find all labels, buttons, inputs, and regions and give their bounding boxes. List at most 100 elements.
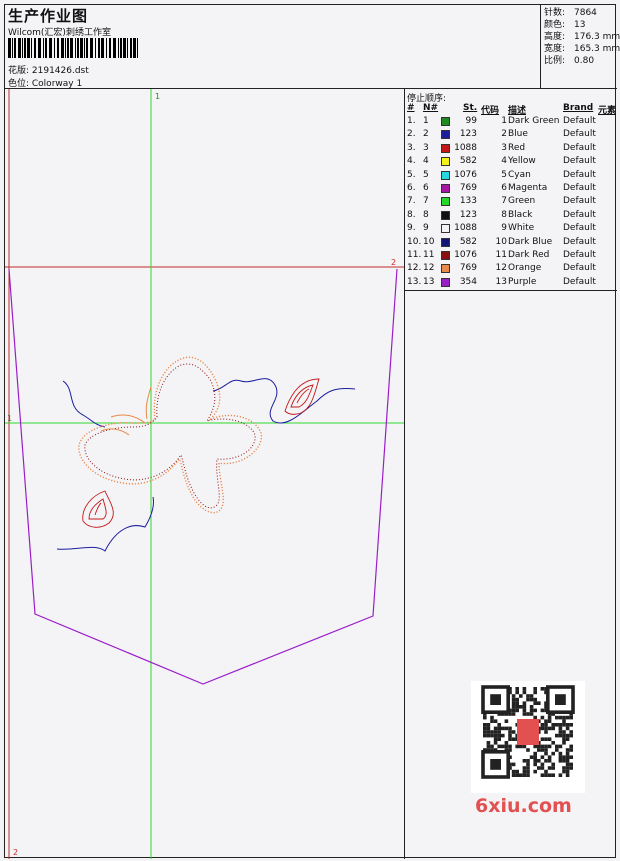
legend-row-index: 11. (407, 250, 422, 260)
legend-row-stitches: 582 (459, 236, 477, 247)
stat-height: 高度: 176.3 mm (544, 32, 620, 42)
legend-row: 5. 5 1076 5 Cyan Default (405, 169, 617, 182)
legend-row-description: Cyan (508, 169, 531, 180)
legend-row-number: 5 (423, 169, 429, 180)
legend-row-index: 9. (407, 223, 416, 234)
legend-row-number: 4 (423, 156, 429, 167)
legend-row-number: 11 (423, 250, 435, 260)
legend-row-brand: Default (563, 263, 596, 274)
marker-bottom: 2 (13, 848, 18, 857)
legend-row-index: 1. (407, 116, 416, 126)
legend-row-index: 10. (407, 236, 422, 247)
color-swatch (441, 251, 450, 260)
legend-row-brand: Default (563, 156, 596, 167)
legend-row: 1. 1 99 1 Dark Green Default (405, 115, 617, 128)
watermark: 6xiu.com (475, 795, 572, 817)
marker-left: 1 (7, 414, 12, 423)
legend-row-index: 13. (407, 276, 422, 287)
legend-row-number: 13 (423, 276, 435, 287)
color-swatch (441, 117, 450, 126)
stat-width: 宽度: 165.3 mm (544, 44, 620, 54)
legend-row-stitches: 1076 (454, 169, 477, 180)
color-swatch (441, 264, 450, 274)
legend-row-description: Orange (508, 263, 542, 274)
legend-row-stitches: 769 (459, 263, 477, 274)
leaf-motif-left (82, 490, 114, 528)
design-preview: 1 1 2 2 (5, 89, 405, 859)
legend-row-number: 9 (423, 223, 429, 234)
legend-row-index: 12. (407, 263, 422, 274)
legend-row: 12. 12 769 12 Orange Default (405, 262, 617, 275)
stats-panel: 针数: 7864 颜色: 13 高度: 176.3 mm 宽度: 165.3 mm 比例… (541, 5, 620, 89)
legend-row-stitches: 354 (459, 276, 477, 287)
col-no: N# (423, 103, 439, 113)
legend-row-description: Red (508, 142, 526, 153)
color-swatch (441, 157, 450, 167)
legend-row-stitches: 123 (459, 209, 477, 220)
legend-row-stitches: 1088 (454, 223, 477, 234)
qr-code (471, 681, 585, 793)
legend-row-stitches: 582 (459, 156, 477, 167)
qr-stamp (517, 719, 539, 745)
legend-row-description: Dark Red (508, 250, 550, 260)
legend-row-number: 10 (423, 236, 435, 247)
legend-row-stitches: 99 (465, 116, 477, 126)
legend-row-stitches: 133 (459, 196, 477, 207)
color-swatch (441, 184, 450, 193)
page-title: 生产作业图 (8, 7, 89, 25)
legend-row-code: 12 (495, 263, 507, 274)
sprig-orange (100, 386, 152, 436)
color-swatch (441, 277, 450, 287)
col-idx: # (407, 103, 415, 113)
blue-thread-top (62, 380, 106, 428)
legend-row-stitches: 1076 (454, 250, 477, 260)
legend-row-code: 3 (501, 142, 507, 153)
legend-row: 13. 13 354 13 Purple Default (405, 276, 617, 289)
color-swatch (441, 143, 450, 153)
colorway: 色位: Colorway 1 (8, 79, 83, 89)
color-swatch (441, 237, 450, 247)
legend-row-index: 2. (407, 129, 416, 140)
color-swatch (441, 224, 450, 234)
legend-row-stitches: 769 (459, 183, 477, 193)
legend-row-code: 5 (501, 169, 507, 180)
marker-right: 2 (391, 258, 396, 267)
legend-row-brand: Default (563, 183, 596, 193)
legend-row-code: 6 (501, 183, 507, 193)
legend-row: 11. 11 1076 11 Dark Red Default (405, 249, 617, 262)
color-swatch (441, 197, 450, 207)
color-swatch (441, 130, 450, 140)
legend-row-number: 8 (423, 209, 429, 220)
legend-row-index: 3. (407, 142, 416, 153)
stat-stitches: 针数: 7864 (544, 8, 597, 18)
legend-row-code: 2 (501, 129, 507, 140)
legend-row-index: 7. (407, 196, 416, 207)
color-swatch (441, 170, 450, 180)
legend-row-code: 11 (495, 250, 507, 260)
color-swatch (441, 210, 450, 220)
legend-row-brand: Default (563, 236, 596, 247)
barcode (8, 38, 138, 58)
legend-row-description: Black (508, 209, 533, 220)
legend-row-brand: Default (563, 250, 596, 260)
legend-row: 9. 9 1088 9 White Default (405, 222, 617, 235)
legend-row-code: 7 (501, 196, 507, 207)
legend-row-brand: Default (563, 223, 596, 234)
pocket-outline (8, 268, 398, 685)
legend-row-description: Yellow (508, 156, 536, 167)
legend-row-description: Blue (508, 129, 528, 140)
design-file: 花版: 2191426.dst (8, 66, 89, 76)
legend-row-stitches: 1088 (454, 142, 477, 153)
legend-row-description: White (508, 223, 535, 234)
legend-row: 2. 2 123 2 Blue Default (405, 128, 617, 141)
marker-top: 1 (155, 92, 160, 101)
legend-row-index: 6. (407, 183, 416, 193)
legend-row: 4. 4 582 4 Yellow Default (405, 155, 617, 168)
legend-row-number: 6 (423, 183, 429, 193)
col-brand: Brand (563, 103, 594, 113)
legend-row-stitches: 123 (459, 129, 477, 140)
stat-scale: 比例: 0.80 (544, 56, 595, 66)
stat-colors: 颜色: 13 (544, 20, 586, 30)
legend-row: 3. 3 1088 3 Red Default (405, 142, 617, 155)
legend-row-brand: Default (563, 129, 596, 140)
